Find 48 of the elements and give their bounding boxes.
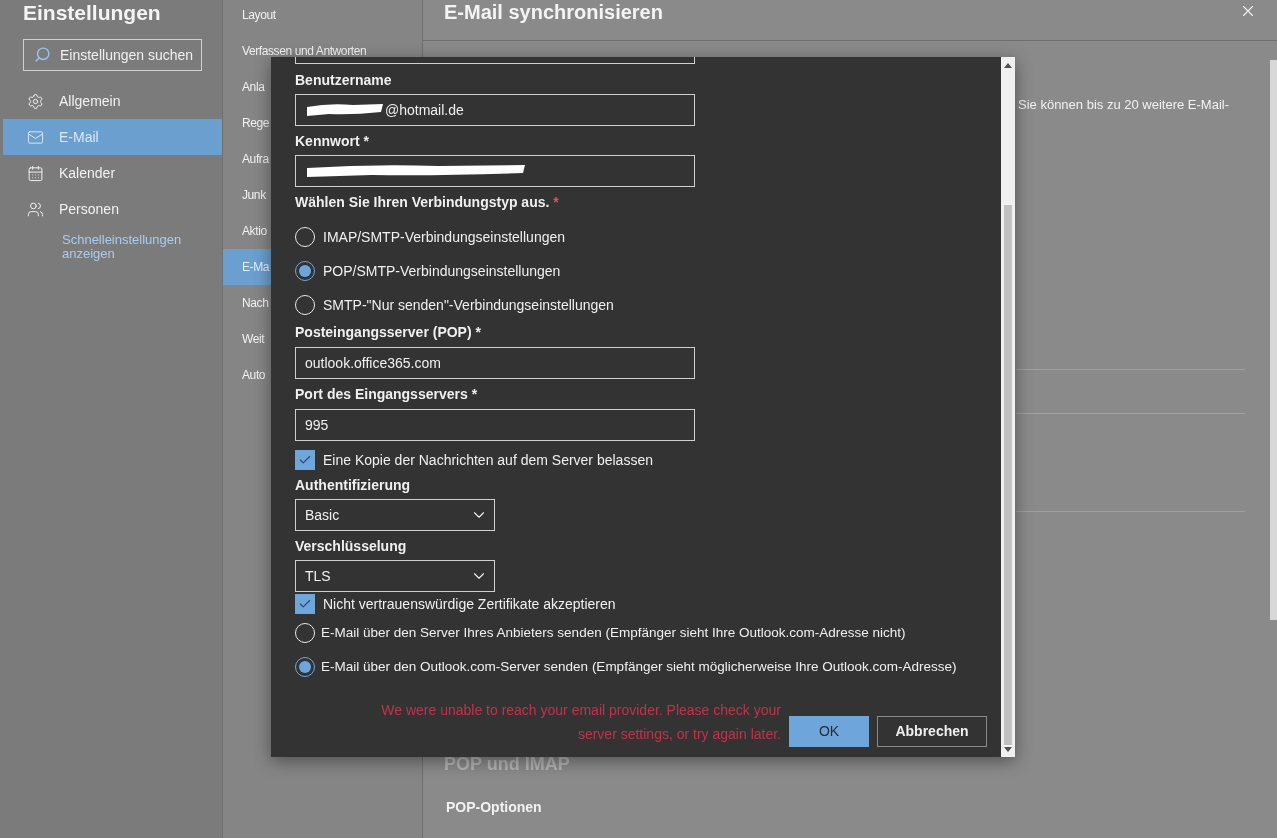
checkbox-label[interactable]: Nicht vertrauenswürdige Zertifikate akzeptieren (323, 593, 616, 615)
nav-item[interactable]: E-Mail (3, 119, 222, 155)
dialog-scrollbar[interactable] (1001, 57, 1015, 757)
input-field[interactable] (295, 57, 695, 64)
mail-icon (27, 128, 44, 146)
subsection-title: POP-Optionen (446, 797, 542, 817)
subnav-item[interactable]: Layout (223, 0, 422, 33)
check-icon (298, 453, 312, 467)
search-icon (34, 46, 51, 63)
checkbox[interactable] (295, 594, 315, 614)
field-label: Port des Eingangsservers * (295, 385, 478, 404)
ok-button[interactable]: OK (789, 716, 869, 747)
search-field[interactable]: Einstellungen suchen (23, 39, 202, 71)
window-scrollbar[interactable] (1270, 60, 1277, 620)
input-field[interactable]: outlook.office365.com (295, 347, 695, 379)
input-field[interactable]: 995 (295, 409, 695, 441)
dropdown[interactable]: TLS (295, 560, 495, 592)
field-label: Authentifizierung (295, 476, 411, 495)
input-field[interactable]: @hotmail.de (295, 94, 695, 126)
field-label: Benutzername (295, 71, 392, 90)
field-label: Wählen Sie Ihren Verbindungstyp aus. * (295, 193, 559, 212)
cancel-button[interactable]: Abbrechen (877, 716, 987, 747)
radio-label[interactable]: E-Mail über den Outlook.com-Server senden (Empfänger sieht möglicherweise Ihre Outlook.com-Adresse) (321, 656, 957, 678)
check-icon (298, 597, 312, 611)
nav-item[interactable]: Allgemein (3, 83, 222, 119)
field-label: Posteingangsserver (POP) * (295, 323, 481, 342)
radio-label[interactable]: IMAP/SMTP-Verbindungseinstellungen (323, 226, 566, 248)
settings-title: Einstellungen (23, 0, 161, 26)
scroll-up-icon (1004, 63, 1012, 68)
field-label: Verschlüsselung (295, 537, 407, 556)
error-message: We were unable to reach your email provider. Please check your server settings, or try again later. (381, 701, 781, 744)
input-field[interactable] (295, 155, 695, 187)
people-icon (27, 200, 44, 218)
checkbox[interactable] (295, 450, 315, 470)
radio-label[interactable]: SMTP-"Nur senden"-Verbindungseinstellungen (323, 294, 614, 316)
nav-item[interactable]: Kalender (3, 155, 222, 191)
nav-item[interactable]: Personen (3, 191, 222, 227)
scroll-down-icon (1004, 747, 1012, 752)
field-label: Kennwort * (295, 132, 369, 151)
intro-text: Sie können bis zu 20 weitere E-Mail- (1018, 96, 1229, 114)
panel-title: E-Mail synchronisieren (444, 0, 663, 24)
dropdown[interactable]: Basic (295, 499, 495, 531)
calendar-icon (27, 164, 44, 182)
radio-label[interactable]: POP/SMTP-Verbindungseinstellungen (323, 260, 561, 282)
gear-icon (27, 92, 44, 110)
radio-label[interactable]: E-Mail über den Server Ihres Anbieters senden (Empfänger sieht Ihre Outlook.com-Adresse nicht) (321, 622, 906, 644)
checkbox-label[interactable]: Eine Kopie der Nachrichten auf dem Server belassen (323, 449, 653, 471)
quick-settings-link[interactable]: Schnelleinstellungen anzeigen (62, 233, 202, 261)
